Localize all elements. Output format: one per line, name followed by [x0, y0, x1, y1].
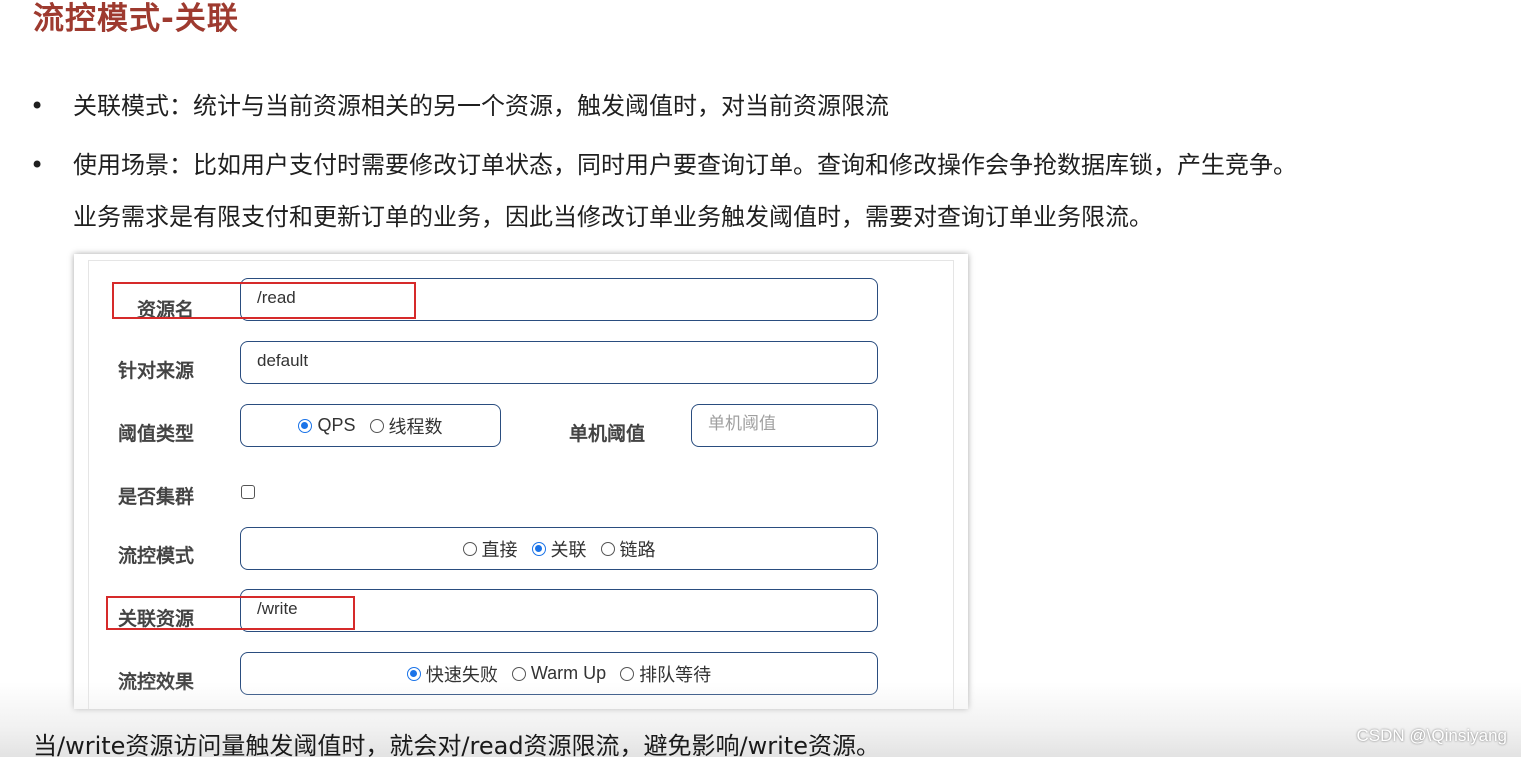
radio-thread-count[interactable]: 线程数	[369, 413, 443, 439]
radio-warm-up[interactable]: Warm Up	[511, 663, 607, 684]
bullet-text: 关联模式：统计与当前资源相关的另一个资源，触发阈值时，对当前资源限流	[73, 92, 889, 120]
radio-direct-label: 直接	[481, 539, 518, 560]
form-panel: 资源名 /read 针对来源 default 阈值类型 QPS 线程数 单机阈值…	[88, 260, 954, 709]
bullet-continuation: 业务需求是有限支付和更新订单的业务，因此当修改订单业务触发阈值时，需要对查询订单…	[73, 203, 1153, 231]
cluster-label: 是否集群	[118, 486, 195, 508]
radio-queue-circle[interactable]	[620, 666, 635, 681]
single-threshold-field[interactable]	[691, 404, 878, 447]
radio-chain-circle[interactable]	[600, 541, 615, 556]
radio-queue-label: 排队等待	[639, 664, 712, 685]
resource-name-highlight	[112, 282, 416, 319]
radio-direct-circle[interactable]	[462, 541, 477, 556]
radio-fast-fail[interactable]: 快速失败	[406, 661, 498, 687]
radio-direct[interactable]: 直接	[462, 536, 518, 562]
radio-relate[interactable]: 关联	[531, 536, 587, 562]
radio-thread-count-circle[interactable]	[369, 418, 384, 433]
single-threshold-label: 单机阈值	[569, 423, 646, 445]
radio-chain[interactable]: 链路	[600, 536, 656, 562]
origin-label: 针对来源	[118, 360, 195, 382]
radio-qps-circle[interactable]	[298, 418, 313, 433]
radio-relate-label: 关联	[550, 539, 587, 560]
radio-warm-up-circle[interactable]	[511, 666, 526, 681]
flow-effect-group: 快速失败 Warm Up 排队等待	[240, 652, 878, 695]
flow-rule-form-screenshot: 资源名 /read 针对来源 default 阈值类型 QPS 线程数 单机阈值…	[74, 254, 968, 709]
threshold-type-group: QPS 线程数	[240, 404, 501, 447]
bullet-text: 使用场景：比如用户支付时需要修改订单状态，同时用户要查询订单。查询和修改操作会争…	[73, 151, 1297, 179]
origin-value: default	[257, 351, 309, 370]
radio-queue[interactable]: 排队等待	[620, 661, 711, 687]
ref-resource-highlight	[106, 596, 355, 630]
single-threshold-input[interactable]	[708, 414, 858, 434]
bullet-dot: •	[30, 151, 45, 179]
radio-relate-circle[interactable]	[531, 541, 546, 556]
origin-input[interactable]: default	[240, 341, 878, 384]
flow-effect-label: 流控效果	[118, 671, 195, 693]
radio-qps[interactable]: QPS	[298, 415, 356, 436]
radio-thread-count-label: 线程数	[388, 416, 443, 437]
flow-mode-label: 流控模式	[118, 545, 195, 567]
bullet-dot: •	[30, 92, 45, 120]
radio-fast-fail-label: 快速失败	[425, 664, 498, 685]
watermark: CSDN @\Qinsiyang	[1356, 726, 1507, 745]
radio-qps-label: QPS	[317, 415, 356, 435]
radio-warm-up-label: Warm Up	[530, 663, 607, 683]
radio-chain-label: 链路	[619, 539, 656, 560]
page-title: 流控模式-关联	[33, 1, 239, 37]
cluster-checkbox[interactable]	[241, 485, 255, 499]
threshold-type-label: 阈值类型	[118, 423, 195, 445]
flow-mode-group: 直接 关联 链路	[240, 527, 878, 570]
radio-fast-fail-circle[interactable]	[406, 666, 421, 681]
